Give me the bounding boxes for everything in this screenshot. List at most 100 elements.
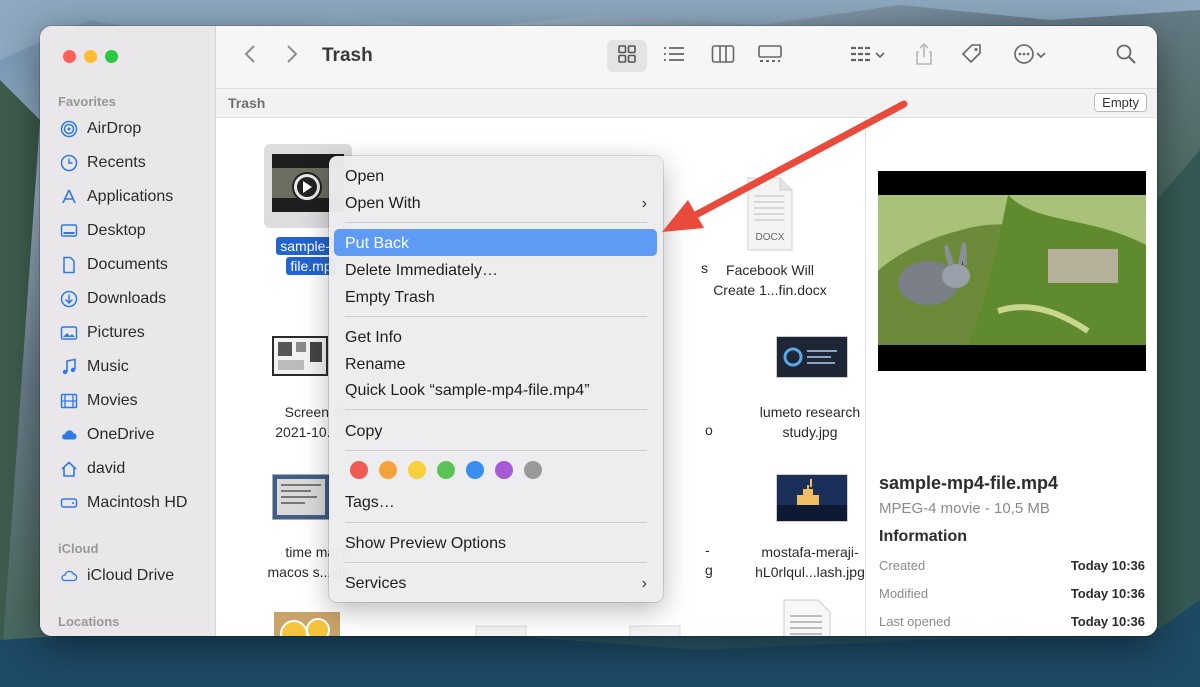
image-file-icon	[777, 337, 847, 377]
info-key: Created	[879, 558, 926, 573]
sidebar-item-airdrop[interactable]: AirDrop	[60, 120, 141, 138]
minimize-button[interactable]	[84, 50, 97, 63]
share-icon	[914, 42, 934, 71]
sidebar-item-label: Desktop	[87, 222, 146, 239]
search-icon	[1115, 43, 1137, 70]
share-button[interactable]	[910, 40, 938, 72]
search-button[interactable]	[1112, 40, 1140, 72]
menu-item-quick-look[interactable]: Quick Look “sample-mp4-file.mp4”	[345, 382, 590, 400]
menu-item-tags[interactable]: Tags…	[345, 494, 395, 512]
sidebar-item-onedrive[interactable]: OneDrive	[60, 426, 155, 444]
file-label-partial: s	[701, 260, 708, 276]
list-icon	[663, 45, 685, 68]
tags-button[interactable]	[956, 40, 988, 72]
sidebar-item-documents[interactable]: Documents	[60, 256, 168, 274]
column-view-button[interactable]	[706, 40, 740, 72]
tag-red[interactable]	[350, 461, 368, 479]
tag-yellow[interactable]	[408, 461, 426, 479]
airdrop-icon	[60, 120, 78, 138]
grid-icon	[617, 44, 637, 69]
info-value: Today 10:36	[1070, 586, 1145, 601]
clock-icon	[60, 154, 78, 172]
sidebar-item-label: david	[87, 460, 126, 477]
sidebar-item-desktop[interactable]: Desktop	[60, 222, 146, 240]
document-thumbnail[interactable]	[782, 598, 832, 636]
chevron-down-icon	[1035, 47, 1047, 65]
group-by-button[interactable]	[845, 40, 891, 72]
markdown-thumbnail[interactable]: M↓	[628, 624, 682, 636]
file-thumbnail-docx[interactable]: DOCX	[746, 176, 794, 257]
forward-button[interactable]	[280, 40, 304, 72]
sidebar-section-icloud: iCloud	[58, 541, 99, 556]
sidebar: Favorites AirDrop Recents Applications D…	[40, 26, 216, 636]
more-actions-button[interactable]	[1007, 40, 1053, 72]
sidebar-item-pictures[interactable]: Pictures	[60, 324, 145, 342]
sidebar-item-applications[interactable]: Applications	[60, 188, 173, 206]
menu-item-get-info[interactable]: Get Info	[345, 329, 402, 347]
menu-item-put-back[interactable]: Put Back	[345, 235, 409, 253]
info-key: Modified	[879, 586, 929, 601]
markdown-thumbnail[interactable]: M↓	[474, 624, 528, 636]
timemachine-thumbnail[interactable]	[272, 474, 330, 520]
menu-item-show-preview-options[interactable]: Show Preview Options	[345, 535, 506, 553]
sidebar-item-music[interactable]: Music	[60, 358, 129, 376]
sidebar-item-label: Documents	[87, 256, 168, 273]
preview-pane: sample-mp4-file.mp4 MPEG-4 movie - 10,5 …	[865, 118, 1157, 636]
sidebar-item-recents[interactable]: Recents	[60, 154, 146, 172]
sidebar-section-locations: Locations	[58, 614, 120, 629]
sidebar-item-movies[interactable]: Movies	[60, 392, 138, 410]
menu-item-open[interactable]: Open	[345, 168, 384, 186]
menu-item-open-with[interactable]: Open With ›	[345, 195, 647, 213]
mostafa-thumbnail[interactable]	[776, 474, 848, 522]
video-preview[interactable]	[878, 171, 1146, 371]
sidebar-item-macintosh-hd[interactable]: Macintosh HD	[60, 494, 187, 512]
tag-gray[interactable]	[524, 461, 542, 479]
image-file-icon	[274, 338, 326, 374]
chevron-right-icon: ›	[641, 195, 647, 212]
info-value: Today 10:36	[1070, 558, 1145, 573]
sidebar-item-label: OneDrive	[87, 426, 155, 443]
tag-orange[interactable]	[379, 461, 397, 479]
chevron-down-icon	[874, 47, 886, 65]
menu-item-delete-immediately[interactable]: Delete Immediately…	[345, 262, 498, 280]
sidebar-item-icloud-drive[interactable]: iCloud Drive	[60, 567, 174, 585]
menu-item-copy[interactable]: Copy	[345, 423, 382, 441]
tag-blue[interactable]	[466, 461, 484, 479]
lemon-thumbnail[interactable]	[274, 612, 340, 636]
window-controls	[63, 50, 118, 63]
sidebar-item-label: Pictures	[87, 324, 145, 341]
info-row-created: Created Today 10:36	[879, 558, 1145, 573]
close-button[interactable]	[63, 50, 76, 63]
menu-item-empty-trash[interactable]: Empty Trash	[345, 289, 435, 307]
menu-item-services[interactable]: Services ›	[345, 575, 647, 593]
file-label-lumeto[interactable]: lumeto research study.jpg	[745, 402, 875, 442]
toolbar: Trash	[216, 26, 1157, 89]
sidebar-item-label: AirDrop	[87, 120, 142, 137]
lumeto-thumbnail[interactable]	[776, 336, 848, 378]
tag-purple[interactable]	[495, 461, 513, 479]
empty-trash-button[interactable]: Empty	[1094, 93, 1147, 112]
screenshot-thumbnail[interactable]	[272, 336, 328, 376]
sidebar-item-downloads[interactable]: Downloads	[60, 290, 166, 308]
info-key: Last opened	[879, 614, 951, 629]
back-button[interactable]	[238, 40, 262, 72]
file-name-line2: Create 1...fin.docx	[713, 282, 827, 298]
menu-separator	[345, 409, 647, 410]
document-file-icon	[783, 599, 831, 636]
file-label-facebook[interactable]: Facebook Will Create 1...fin.docx	[705, 260, 835, 300]
zoom-button[interactable]	[105, 50, 118, 63]
chevron-right-icon: ›	[641, 575, 647, 592]
file-label-mostafa[interactable]: mostafa-meraji- hL0rlqul...lash.jpg	[745, 542, 875, 582]
tag-green[interactable]	[437, 461, 455, 479]
list-view-button[interactable]	[657, 40, 691, 72]
menu-item-rename[interactable]: Rename	[345, 356, 405, 374]
icon-view-button[interactable]	[607, 40, 647, 72]
gallery-view-button[interactable]	[753, 40, 787, 72]
sidebar-item-label: iCloud Drive	[87, 567, 175, 584]
path-bar: Trash Empty	[216, 89, 1157, 118]
sidebar-item-david[interactable]: david	[60, 460, 125, 478]
file-name-line1: lumeto research	[759, 404, 861, 420]
sidebar-item-label: Downloads	[87, 290, 167, 307]
image-file-icon	[273, 475, 329, 519]
file-name-line2: hL0rlqul...lash.jpg	[755, 564, 865, 580]
